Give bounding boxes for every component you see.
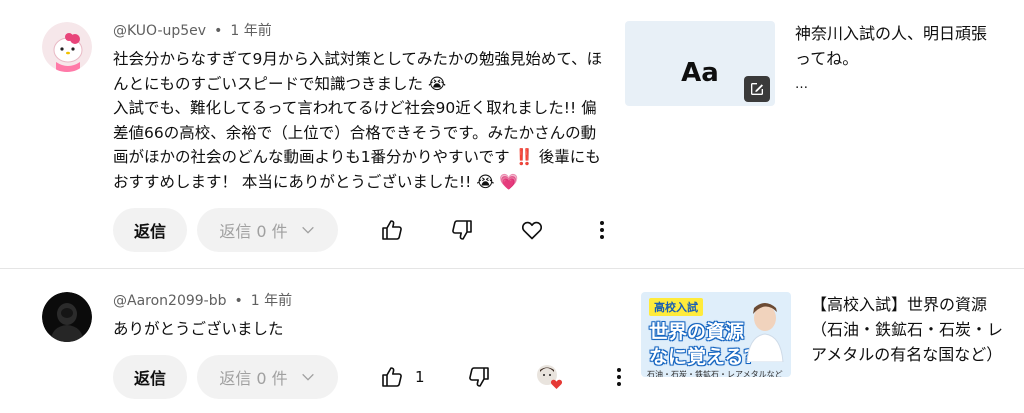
comment-line: んとにものすごいスピードで知識つきました 😭	[113, 74, 447, 93]
comment-line: 差値66の高校、余裕で（上位で）合格できそうです。みたかさんの動	[113, 123, 597, 142]
more-text: …	[795, 77, 808, 92]
comment-time[interactable]: 1 年前	[251, 293, 292, 309]
comment-time[interactable]: 1 年前	[230, 23, 271, 39]
avatar-image	[42, 22, 92, 72]
more-vert-icon	[617, 368, 621, 386]
creator-heart-icon	[537, 365, 563, 389]
comment-author[interactable]: @KUO-up5ev	[113, 23, 206, 39]
dislike-button[interactable]	[457, 355, 501, 399]
comment-text: ありがとうございました	[113, 317, 618, 342]
title-line: ってね。	[795, 49, 859, 68]
thumbnail-caption: 石油・石炭・鉄鉱石・レアメタルなど	[647, 370, 783, 377]
edit-note-icon	[744, 76, 770, 102]
heart-icon	[521, 221, 543, 240]
heart-button[interactable]	[510, 208, 554, 252]
reply-button[interactable]: 返信	[113, 355, 187, 399]
thumbnail-tag: 高校入試	[649, 298, 703, 316]
like-count: 1	[415, 368, 425, 386]
comment-line: ありがとうございました	[113, 320, 284, 338]
comment-author[interactable]: @Aaron2099-bb	[113, 293, 227, 309]
thumbs-up-icon	[382, 367, 402, 387]
like-button[interactable]	[370, 355, 414, 399]
thumbs-up-icon	[382, 220, 402, 240]
like-button[interactable]	[370, 208, 414, 252]
creator-heart-badge	[527, 355, 571, 399]
comment-line: おすすめします！ 本当にありがとうございました!! 😭 💗	[113, 172, 519, 191]
avatar-image	[42, 292, 92, 342]
thumbs-down-icon	[452, 220, 472, 240]
related-post-title[interactable]: 神奈川入試の人、明日頑張 ってね。 …	[795, 21, 1005, 95]
reply-button[interactable]: 返信	[113, 208, 187, 252]
avatar[interactable]	[42, 292, 92, 342]
title-line: 【高校入試】世界の資源	[811, 295, 988, 314]
view-replies-button[interactable]: 返信 0 件	[197, 208, 338, 252]
title-line: 神奈川入試の人、明日頑張	[795, 24, 988, 43]
avatar[interactable]	[42, 22, 92, 72]
comment-text: 社会分からなすぎて9月から入試対策としてみたかの勉強見始めて、ほ んとにものすご…	[113, 47, 618, 194]
thumbs-down-icon	[469, 367, 489, 387]
thumbnail-title-line: 世界の資源	[649, 321, 745, 343]
thumbnail-person-image	[746, 303, 784, 362]
thumbnail-title-line: なに覚える?	[649, 346, 755, 368]
comment-thread: @Aaron2099-bb • 1 年前 ありがとうございました 返信 返信 0 件…	[0, 270, 1024, 413]
meta-separator: •	[234, 293, 243, 309]
divider	[0, 268, 1024, 269]
comment-meta: @KUO-up5ev • 1 年前	[113, 20, 272, 40]
post-card-thumbnail[interactable]: Aa	[625, 21, 775, 106]
comment-line: 画がほかの社会のどんな動画よりも1番分かりやすいです ‼️ 後輩にも	[113, 148, 601, 166]
view-replies-button[interactable]: 返信 0 件	[197, 355, 338, 399]
more-vert-icon	[600, 221, 604, 239]
chevron-down-icon	[301, 226, 314, 234]
chevron-down-icon	[301, 373, 314, 381]
comment-meta: @Aaron2099-bb • 1 年前	[113, 290, 292, 310]
more-actions-button[interactable]	[597, 355, 641, 399]
video-thumbnail[interactable]: 高校入試 世界の資源 なに覚える? 石油・石炭・鉄鉱石・レアメタルなど	[641, 292, 791, 377]
comment-line: 社会分からなすぎて9月から入試対策としてみたかの勉強見始めて、ほ	[113, 50, 603, 68]
replies-count-label: 返信 0 件	[219, 369, 288, 388]
more-actions-button[interactable]	[580, 208, 624, 252]
dislike-button[interactable]	[440, 208, 484, 252]
comment-line: 入試でも、難化してるって言われてるけど社会90近く取れました!! 偏	[113, 99, 597, 117]
meta-separator: •	[214, 23, 223, 39]
replies-count-label: 返信 0 件	[219, 222, 288, 241]
title-line: アメタルの有名な国など）	[811, 345, 1003, 364]
title-line: （石油・鉄鉱石・石炭・レ	[811, 320, 1004, 339]
related-video-title[interactable]: 【高校入試】世界の資源 （石油・鉄鉱石・石炭・レ アメタルの有名な国など）	[811, 292, 1016, 367]
comment-thread: @KUO-up5ev • 1 年前 社会分からなすぎて9月から入試対策としてみたかの…	[0, 0, 1024, 268]
